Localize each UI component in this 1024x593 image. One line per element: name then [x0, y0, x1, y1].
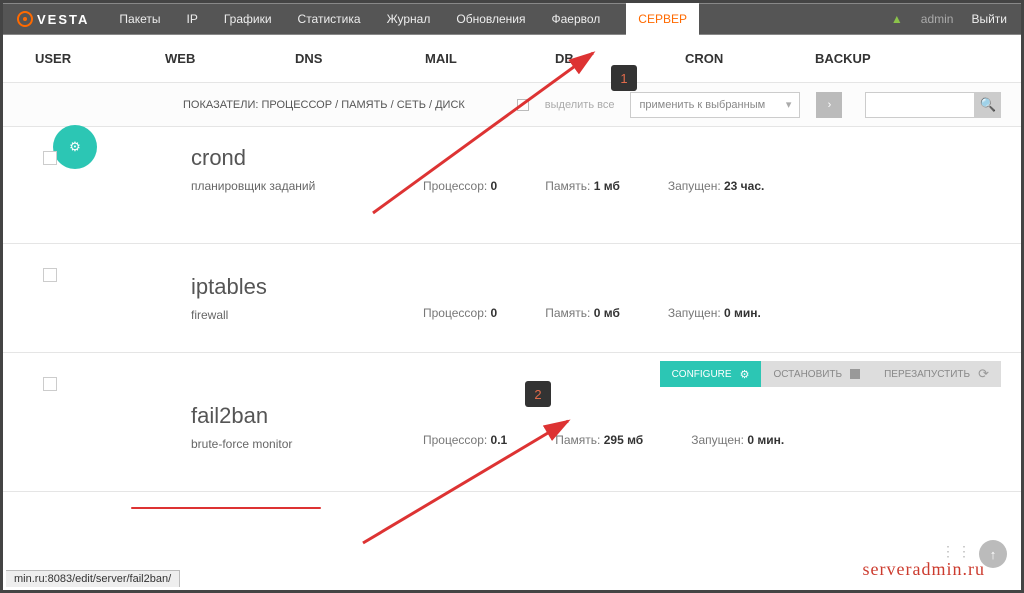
- cpu-label: Процессор:: [423, 433, 487, 447]
- mem-value: 295 мб: [604, 433, 644, 447]
- service-name: crond: [191, 145, 1001, 171]
- stop-label: ОСТАНОВИТЬ: [773, 369, 842, 380]
- nav-stats[interactable]: Статистика: [298, 12, 361, 26]
- service-metrics: Процессор: 0.1 Память: 295 мб Запущен: 0…: [423, 433, 1001, 447]
- brand-text: VESTA: [37, 12, 89, 27]
- restart-label: ПЕРЕЗАПУСТИТЬ: [884, 369, 970, 380]
- search: 🔍: [865, 92, 1001, 118]
- tab-backup[interactable]: BACKUP: [815, 51, 945, 66]
- nav-server[interactable]: СЕРВЕР: [626, 3, 699, 35]
- resize-grip-icon: ⋮⋮: [941, 543, 973, 560]
- tab-dns[interactable]: DNS: [295, 51, 425, 66]
- search-icon: 🔍: [980, 97, 997, 113]
- service-metrics: Процессор: 0 Память: 1 мб Запущен: 23 ча…: [423, 179, 1001, 193]
- main-tabs: USER WEB DNS MAIL DB CRON BACKUP: [3, 35, 1021, 83]
- gear-icon: [740, 368, 750, 381]
- nav-graphs[interactable]: Графики: [224, 12, 272, 26]
- cpu-value: 0: [491, 179, 498, 193]
- tab-cron[interactable]: CRON: [685, 51, 815, 66]
- row-action-bar: CONFIGURE ОСТАНОВИТЬ ПЕРЕЗАПУСТИТЬ: [660, 361, 1001, 387]
- chevron-down-icon: ▾: [786, 98, 792, 111]
- bulk-action-select[interactable]: применить к выбранным ▾: [630, 92, 800, 118]
- bulk-action-go[interactable]: ›: [816, 92, 842, 118]
- chevron-right-icon: ›: [828, 99, 832, 111]
- stop-button[interactable]: ОСТАНОВИТЬ: [761, 361, 872, 387]
- stats-summary: ПОКАЗАТЕЛИ: ПРОЦЕССОР / ПАМЯТЬ / СЕТЬ / …: [183, 99, 465, 111]
- bulk-action-label: применить к выбранным: [639, 99, 765, 111]
- search-button[interactable]: 🔍: [975, 92, 1001, 118]
- service-row-crond[interactable]: crond планировщик заданий Процессор: 0 П…: [3, 127, 1021, 244]
- logout-link[interactable]: Выйти: [971, 12, 1007, 26]
- uptime-value: 23 час.: [724, 179, 764, 193]
- mem-label: Память:: [545, 306, 590, 320]
- configure-label: CONFIGURE: [672, 369, 732, 380]
- uptime-value: 0 мин.: [747, 433, 784, 447]
- cpu-label: Процессор:: [423, 306, 487, 320]
- tab-user[interactable]: USER: [35, 51, 165, 66]
- annotation-badge-1: 1: [611, 65, 637, 91]
- logo-icon: [17, 11, 33, 27]
- row-checkbox[interactable]: [43, 151, 57, 165]
- tab-db[interactable]: DB: [555, 51, 685, 66]
- uptime-label: Запущен:: [691, 433, 744, 447]
- uptime-value: 0 мин.: [724, 306, 761, 320]
- logo[interactable]: VESTA: [17, 11, 89, 27]
- reload-icon: [978, 366, 989, 382]
- bell-icon[interactable]: ▲: [891, 12, 903, 26]
- service-row-iptables[interactable]: iptables firewall Процессор: 0 Память: 0…: [3, 244, 1021, 353]
- uptime-label: Запущен:: [668, 179, 721, 193]
- row-checkbox[interactable]: [43, 268, 57, 282]
- tab-web[interactable]: WEB: [165, 51, 295, 66]
- uptime-label: Запущен:: [668, 306, 721, 320]
- select-all-checkbox[interactable]: [517, 99, 529, 111]
- topnav: Пакеты IP Графики Статистика Журнал Обно…: [119, 12, 699, 26]
- user-link[interactable]: admin: [921, 12, 954, 26]
- mem-label: Память:: [555, 433, 600, 447]
- service-metrics: Процессор: 0 Память: 0 мб Запущен: 0 мин…: [423, 306, 1001, 320]
- nav-ip[interactable]: IP: [186, 12, 197, 26]
- stop-icon: [850, 369, 860, 379]
- nav-firewall[interactable]: Фаервол: [551, 12, 600, 26]
- cpu-value: 0: [491, 306, 498, 320]
- topbar: VESTA Пакеты IP Графики Статистика Журна…: [3, 3, 1021, 35]
- topbar-right: ▲ admin Выйти: [891, 12, 1007, 26]
- row-checkbox[interactable]: [43, 377, 57, 391]
- watermark: serveradmin.ru: [863, 559, 985, 580]
- toolbar: ПОКАЗАТЕЛИ: ПРОЦЕССОР / ПАМЯТЬ / СЕТЬ / …: [3, 83, 1021, 127]
- nav-packages[interactable]: Пакеты: [119, 12, 160, 26]
- status-bar: min.ru:8083/edit/server/fail2ban/: [6, 570, 180, 587]
- service-name: iptables: [191, 274, 1001, 300]
- services-list: crond планировщик заданий Процессор: 0 П…: [3, 127, 1021, 492]
- tab-mail[interactable]: MAIL: [425, 51, 555, 66]
- annotation-badge-2: 2: [525, 381, 551, 407]
- service-name: fail2ban: [191, 403, 1001, 429]
- mem-value: 0 мб: [594, 306, 620, 320]
- restart-button[interactable]: ПЕРЕЗАПУСТИТЬ: [872, 361, 1001, 387]
- arrow-up-icon: ↑: [990, 547, 997, 562]
- annotation-underline: [131, 507, 321, 509]
- cpu-value: 0.1: [491, 433, 508, 447]
- nav-log[interactable]: Журнал: [387, 12, 431, 26]
- mem-label: Память:: [545, 179, 590, 193]
- cpu-label: Процессор:: [423, 179, 487, 193]
- mem-value: 1 мб: [594, 179, 620, 193]
- nav-updates[interactable]: Обновления: [456, 12, 525, 26]
- select-all-label[interactable]: выделить все: [545, 99, 615, 111]
- search-input[interactable]: [865, 92, 975, 118]
- service-row-fail2ban[interactable]: CONFIGURE ОСТАНОВИТЬ ПЕРЕЗАПУСТИТЬ fail2…: [3, 353, 1021, 492]
- configure-button[interactable]: CONFIGURE: [660, 361, 762, 387]
